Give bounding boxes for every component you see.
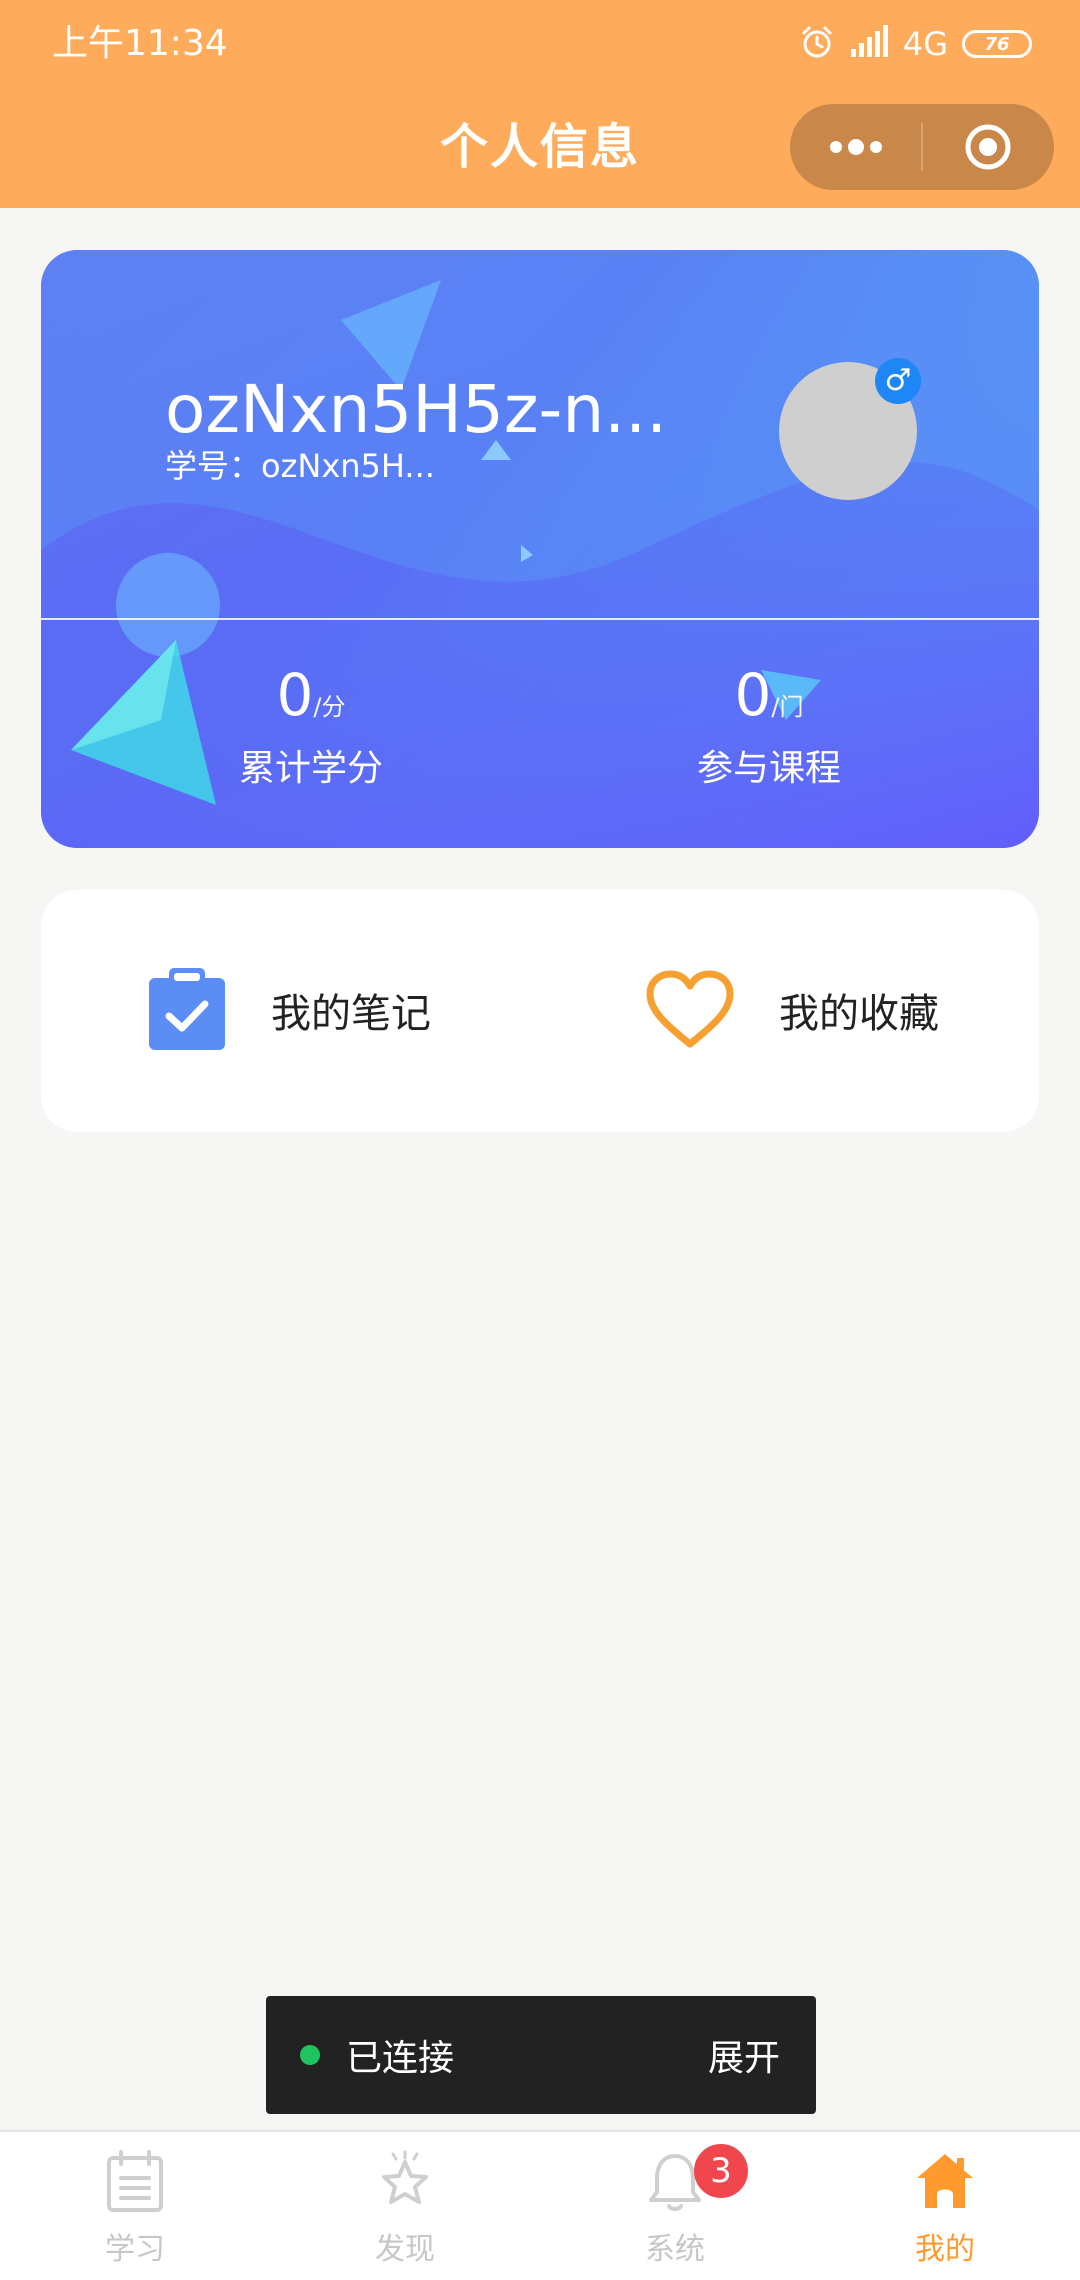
stat-credits: 0/分 累计学分 [161,660,461,794]
top-bar: 上午11:34 4G 76 个人信息 [0,0,1080,208]
tab-study[interactable]: 学习 [0,2132,270,2280]
quick-links-card: 我的笔记 我的收藏 [41,890,1039,1132]
my-notes-link[interactable]: 我的笔记 [147,960,431,1060]
credits-value: 0 [276,661,314,729]
status-icons: 4G 76 [799,22,1032,66]
tab-mine-label: 我的 [915,2232,975,2267]
tab-discover[interactable]: 发现 [270,2132,540,2280]
home-icon [917,2154,973,2208]
clipboard-check-icon [149,968,225,1050]
battery-icon: 76 [962,30,1032,58]
courses-label: 参与课程 [696,748,841,789]
credits-unit: /分 [313,693,346,721]
tab-system-label: 系统 [645,2232,705,2267]
network-type: 4G [902,25,948,63]
courses-unit: /门 [771,693,804,721]
profile-card: ozNxn5H5z-n... 学号：ozNxn5H... ♂ 0/分 累计学分 … [41,250,1039,848]
notification-badge: 3 [694,2144,748,2198]
my-favorites-label: 我的收藏 [779,991,939,1037]
star-icon [382,2150,428,2204]
more-dots-icon [829,139,882,155]
user-name: ozNxn5H5z-n... [165,371,668,448]
target-icon [965,124,1011,170]
mini-program-capsule [790,104,1054,190]
my-favorites-link[interactable]: 我的收藏 [645,960,939,1060]
stat-courses: 0/门 参与课程 [619,660,919,794]
card-divider [41,618,1039,620]
male-gender-icon: ♂ [875,358,921,404]
battery-level: 76 [984,33,1010,55]
close-button[interactable] [923,104,1054,190]
heart-icon [646,970,734,1048]
tab-system[interactable]: 3 系统 [540,2132,810,2280]
my-notes-label: 我的笔记 [271,991,431,1037]
signal-icon [849,25,889,63]
credits-label: 累计学分 [238,748,383,789]
more-button[interactable] [790,104,921,190]
status-time: 上午11:34 [52,23,228,64]
tab-bar: 学习 发现 3 系统 我的 [0,2130,1080,2280]
connection-status: 已连接 [346,2038,455,2079]
connected-dot-icon [300,2045,320,2065]
calendar-list-icon [107,2150,163,2212]
tab-study-label: 学习 [105,2232,165,2267]
student-id: 学号：ozNxn5H... [165,447,435,485]
alarm-icon [799,24,835,64]
tab-mine[interactable]: 我的 [810,2132,1080,2280]
expand-button[interactable]: 展开 [708,2029,780,2081]
tab-discover-label: 发现 [375,2232,435,2267]
courses-value: 0 [734,661,772,729]
connection-toast: 已连接 展开 [266,1996,816,2114]
